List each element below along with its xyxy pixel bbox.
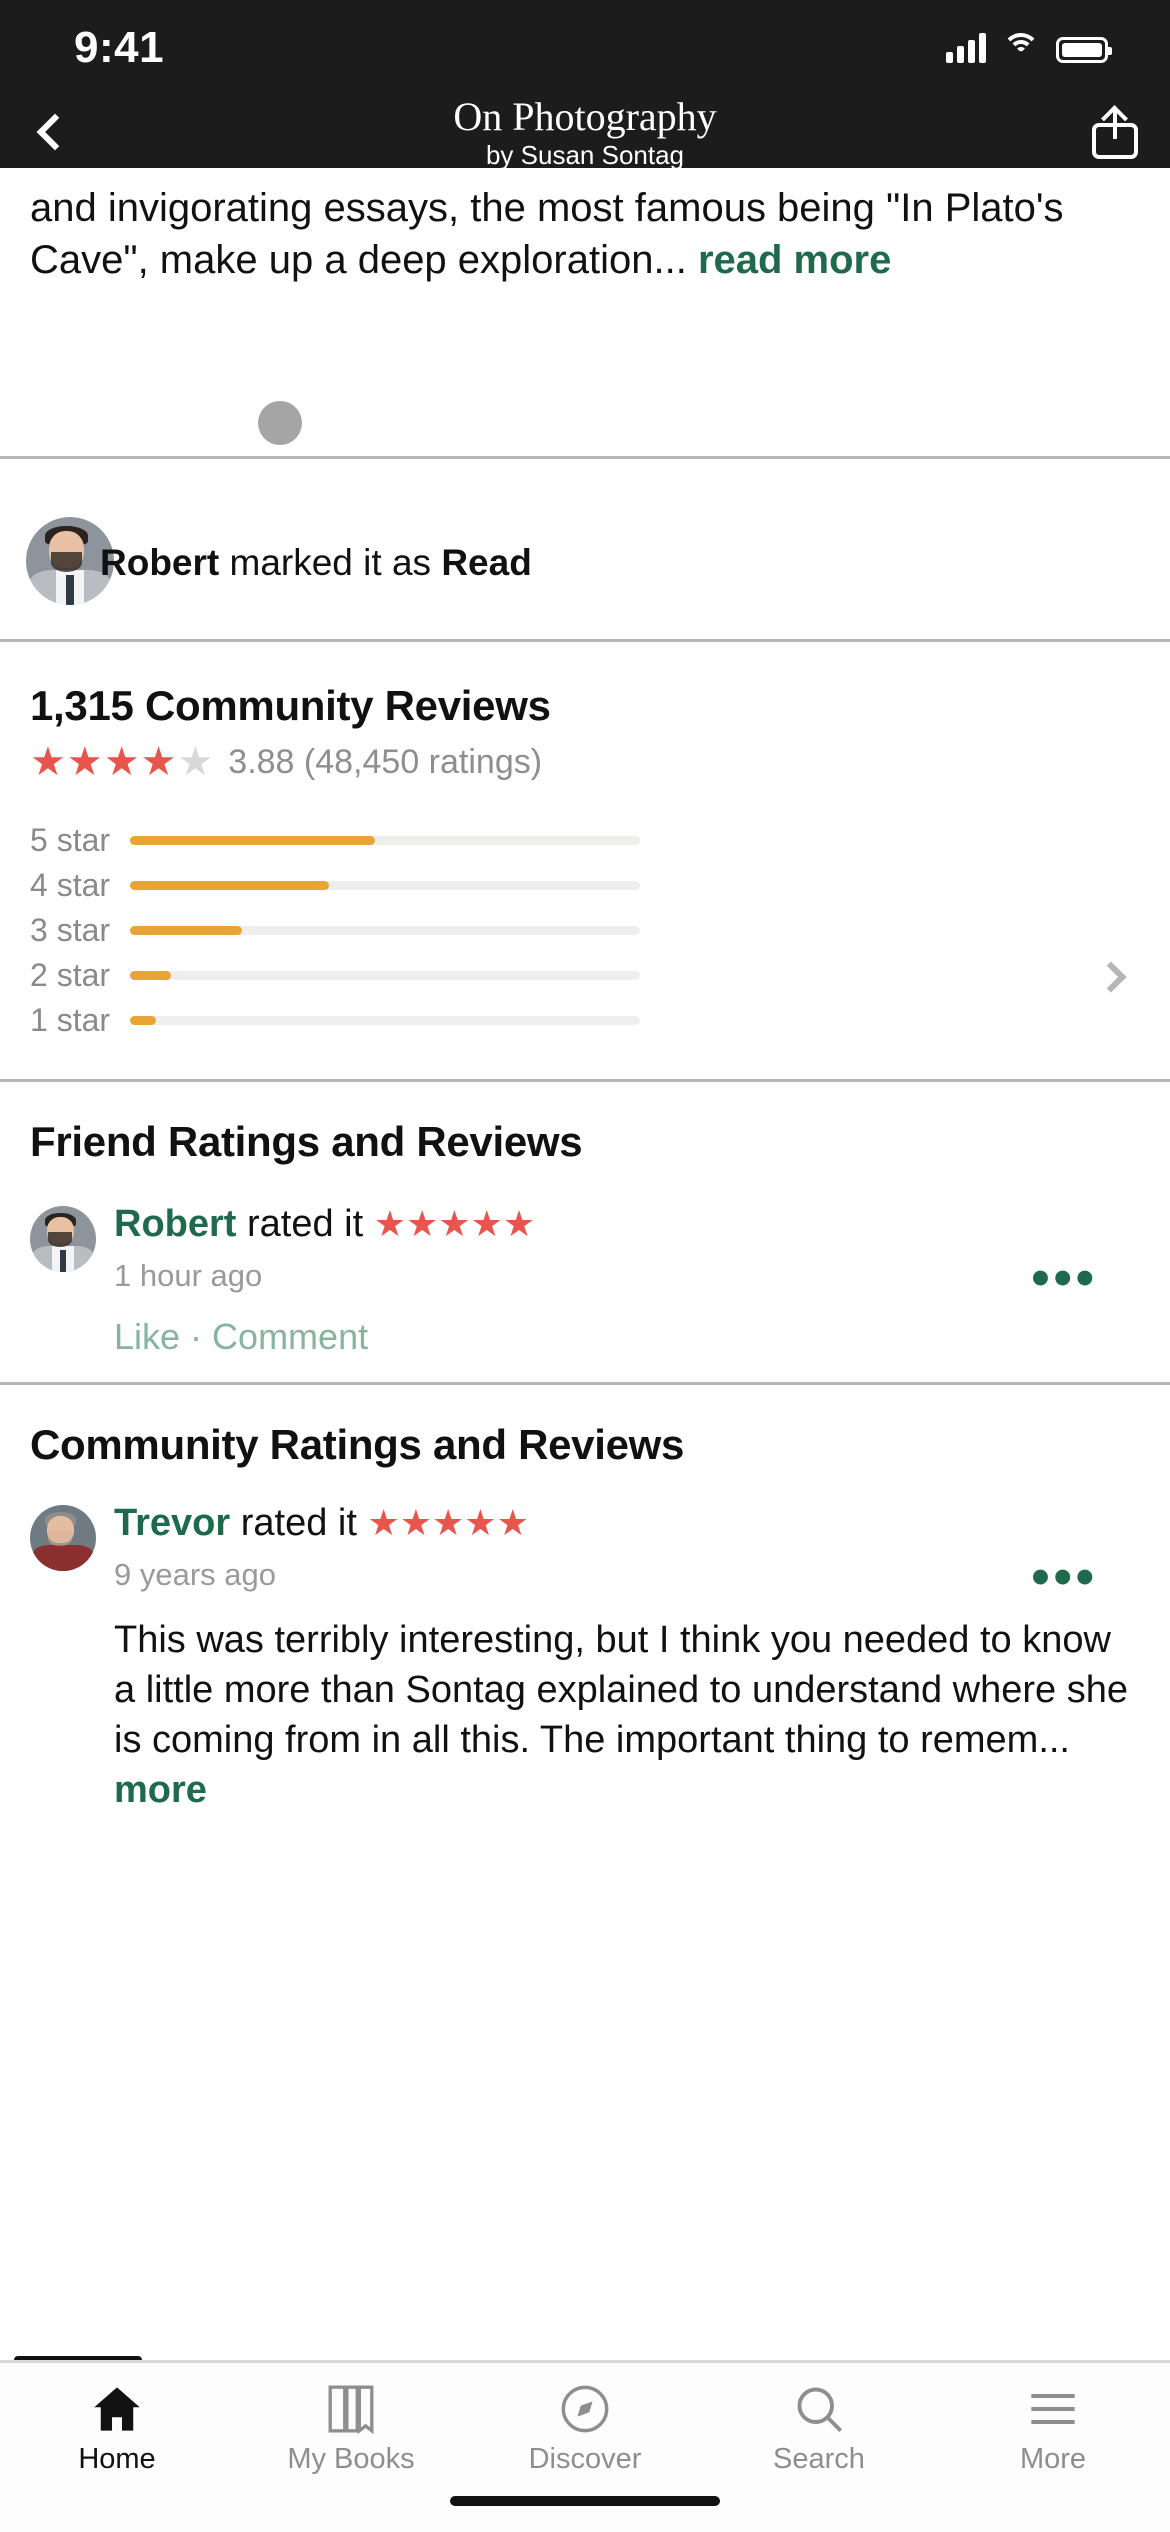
community-ratings-heading: Community Ratings and Reviews (30, 1421, 685, 1468)
review-actions: Like · Comment (114, 1316, 1140, 1358)
rating-bar-track (130, 926, 640, 935)
rating-bar-row[interactable]: 5 star (30, 818, 1140, 863)
status-bar: 9:41 (0, 0, 1170, 96)
tab-home[interactable]: Home (0, 2381, 234, 2476)
update-text: Robert marked it as Read (100, 541, 532, 585)
rating-bar-track (130, 836, 640, 845)
average-rating-stars: ★★★★★ (30, 742, 214, 782)
friend-ratings-heading: Friend Ratings and Reviews (30, 1118, 583, 1165)
signal-bars-icon (946, 33, 986, 63)
review-verb: rated it (230, 1502, 368, 1544)
community-reviews-section: 1,315 Community Reviews ★★★★★ 3.88 (48,4… (0, 642, 1170, 1079)
rating-bar-fill (130, 926, 243, 935)
average-rating-row: ★★★★★ 3.88 (48,450 ratings) (30, 742, 1140, 782)
community-reviews-heading: 1,315 Community Reviews (30, 682, 551, 729)
description-text: and invigorating essays, the most famous… (30, 186, 1064, 282)
rating-distribution-chart[interactable]: 5 star 4 star 3 star 2 star 1 star (30, 818, 1140, 1043)
rating-bar-label: 3 star (30, 912, 111, 948)
rating-bar-fill (130, 1016, 156, 1025)
rating-bar-row[interactable]: 1 star (30, 998, 1140, 1043)
update-middle-text: marked it as (219, 542, 442, 583)
compass-icon (468, 2381, 702, 2437)
nav-title-group: On Photography by Susan Sontag (0, 93, 1170, 170)
action-separator: · (180, 1316, 213, 1357)
rating-bar-label: 2 star (30, 957, 111, 993)
community-review-item[interactable]: Trevor rated it ★★★★★ 9 years ago This w… (30, 1501, 1140, 1815)
friend-review-item[interactable]: Robert rated it ★★★★★ 1 hour ago Like · … (30, 1202, 1140, 1382)
like-button[interactable]: Like (114, 1316, 180, 1357)
average-rating-text: 3.88 (48,450 ratings) (228, 742, 543, 781)
avatar[interactable] (30, 1505, 96, 1571)
tab-my-books[interactable]: My Books (234, 2381, 468, 2476)
touch-indicator (258, 401, 302, 445)
navigation-bar: On Photography by Susan Sontag (0, 93, 1170, 170)
rating-bar-track (130, 1016, 640, 1025)
avatar-image (30, 1206, 96, 1272)
rating-bar-fill (130, 881, 329, 890)
share-icon (1092, 105, 1138, 159)
tab-label: Home (78, 2443, 156, 2475)
update-action: Read (441, 542, 532, 583)
back-button[interactable] (0, 113, 110, 151)
avatar[interactable] (30, 1206, 96, 1272)
community-ratings-section: Community Ratings and Reviews Trevor rat… (0, 1385, 1170, 1815)
more-options-icon[interactable]: ••• (1031, 1252, 1098, 1304)
review-byline: Robert rated it ★★★★★ (114, 1202, 1140, 1246)
menu-icon (936, 2381, 1170, 2437)
rating-bar-label: 5 star (30, 822, 111, 858)
stars-filled: ★★★★ (30, 740, 178, 784)
read-more-link[interactable]: read more (698, 238, 891, 282)
book-description: and invigorating essays, the most famous… (0, 168, 1170, 286)
tab-search[interactable]: Search (702, 2381, 936, 2476)
page-title: On Photography (453, 93, 717, 139)
stars-empty: ★ (177, 740, 215, 784)
rating-bar-label: 4 star (30, 867, 111, 903)
rating-bar-row[interactable]: 2 star (30, 953, 1140, 998)
status-bar-icons (946, 33, 1112, 63)
review-stars: ★★★★★ (367, 1502, 529, 1543)
friend-ratings-section: Friend Ratings and Reviews Robert rated … (0, 1082, 1170, 1382)
wifi-icon (1002, 33, 1040, 63)
rating-bar-fill (130, 971, 171, 980)
review-more-link[interactable]: more (114, 1769, 207, 1811)
comment-button[interactable]: Comment (212, 1316, 368, 1357)
review-byline: Trevor rated it ★★★★★ (114, 1501, 1140, 1545)
home-indicator (450, 2496, 720, 2506)
review-stars: ★★★★★ (373, 1203, 536, 1244)
tab-discover[interactable]: Discover (468, 2381, 702, 2476)
back-chevron-icon (36, 113, 74, 151)
more-options-icon[interactable]: ••• (1031, 1551, 1098, 1603)
tab-label: Discover (528, 2443, 642, 2475)
review-body: This was terribly interesting, but I thi… (114, 1615, 1140, 1815)
rating-bar-label: 1 star (30, 1002, 111, 1038)
reviewer-name[interactable]: Robert (114, 1203, 236, 1245)
home-icon (0, 2381, 234, 2437)
review-verb: rated it (236, 1203, 374, 1245)
rating-bar-row[interactable]: 4 star (30, 863, 1140, 908)
tab-bar: Home My Books Discover Search More (0, 2360, 1170, 2532)
tab-more[interactable]: More (936, 2381, 1170, 2476)
status-bar-time: 9:41 (74, 23, 165, 72)
reviewer-name[interactable]: Trevor (114, 1502, 230, 1544)
battery-icon (1056, 37, 1112, 63)
review-body-text: This was terribly interesting, but I thi… (114, 1619, 1128, 1761)
review-timestamp: 9 years ago (114, 1557, 276, 1592)
tab-label: More (1019, 2443, 1087, 2475)
books-icon (234, 2381, 468, 2437)
review-timestamp: 1 hour ago (114, 1258, 263, 1293)
avatar-image (30, 1505, 96, 1571)
rating-bar-row[interactable]: 3 star (30, 908, 1140, 953)
page-subtitle: by Susan Sontag (485, 139, 685, 170)
rating-bar-track (130, 881, 640, 890)
tab-label: Search (773, 2443, 865, 2475)
friend-update-row[interactable]: Robert marked it as Read (0, 459, 1170, 639)
rating-bar-fill (130, 836, 375, 845)
update-user-name[interactable]: Robert (100, 542, 219, 583)
share-button[interactable] (1060, 105, 1170, 159)
search-icon (702, 2381, 936, 2437)
tab-label: My Books (287, 2443, 415, 2475)
rating-bar-track (130, 971, 640, 980)
